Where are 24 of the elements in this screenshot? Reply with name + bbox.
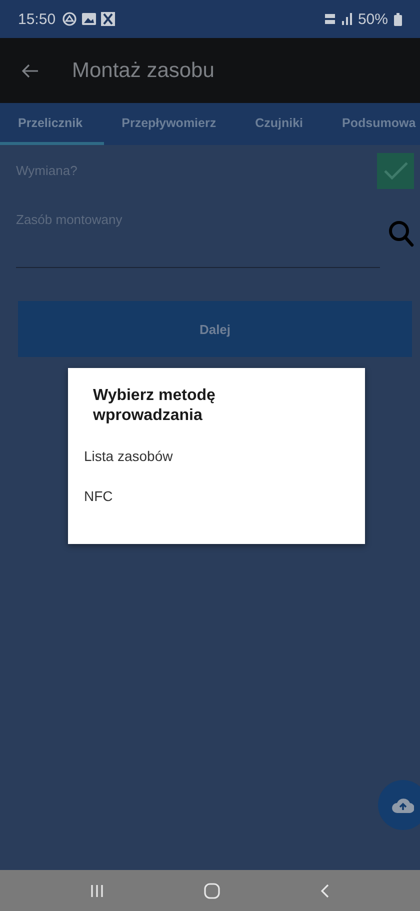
dialog-title: Wybierz metodę wprowadzania xyxy=(92,386,216,426)
image-icon xyxy=(82,13,96,25)
tab[interactable]: Czujniki xyxy=(237,103,324,145)
battery-percent: 50% xyxy=(358,10,388,28)
screen-title: Montaż zasobu xyxy=(72,58,214,82)
tab[interactable]: Przepływomierz xyxy=(104,103,238,145)
next-button[interactable]: Dalej xyxy=(18,301,412,357)
dialog-option[interactable]: NFC xyxy=(68,476,365,516)
back-icon[interactable] xyxy=(320,882,330,898)
notification-icon xyxy=(62,12,77,26)
home-icon[interactable] xyxy=(204,882,220,898)
check-icon xyxy=(382,161,408,181)
battery-icon xyxy=(394,12,402,26)
tab[interactable]: Podsumowa xyxy=(324,103,420,145)
status-time: 15:50 xyxy=(18,10,56,28)
upload-button[interactable] xyxy=(378,780,420,830)
exchange-checkbox[interactable] xyxy=(377,153,414,189)
recent-apps-icon[interactable] xyxy=(90,884,104,898)
cloud-upload-icon xyxy=(392,798,414,812)
app-icon xyxy=(100,12,115,26)
dialog-option[interactable]: Lista zasobów xyxy=(68,436,365,476)
signal-icon xyxy=(340,13,352,25)
search-icon[interactable] xyxy=(388,220,414,248)
back-arrow-icon[interactable] xyxy=(22,64,38,78)
